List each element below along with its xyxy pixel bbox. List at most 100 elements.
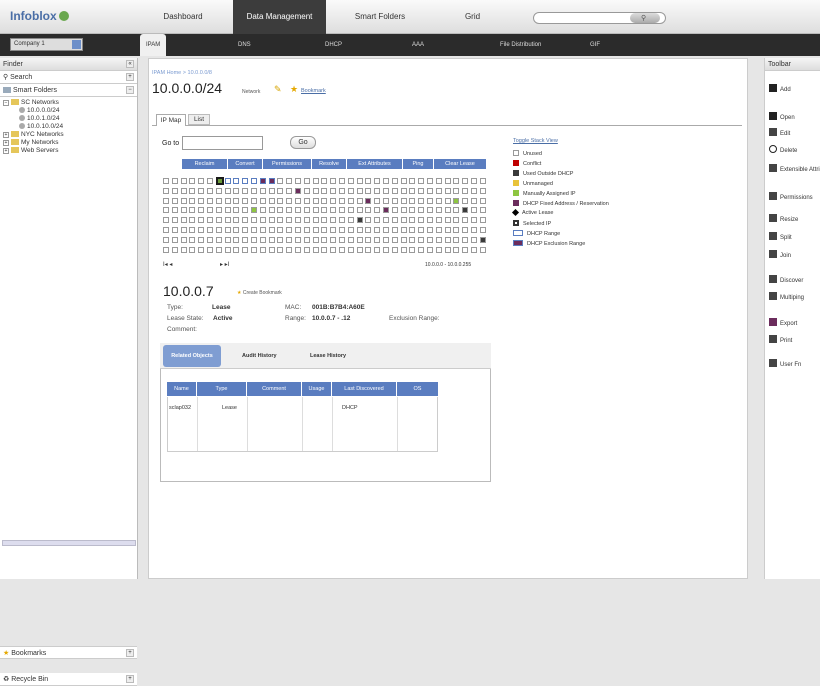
ip-cell[interactable] bbox=[295, 217, 301, 224]
toolbar-multiping[interactable]: Multiping bbox=[769, 292, 804, 302]
tab-related-objects[interactable]: Related Objects bbox=[163, 345, 221, 367]
ip-cell[interactable] bbox=[321, 178, 328, 184]
toolbar-extensible-attributes[interactable]: Extensible Attributes bbox=[769, 164, 820, 174]
ip-cell[interactable] bbox=[189, 207, 196, 214]
ip-cell[interactable] bbox=[303, 197, 310, 204]
tab-ipam[interactable]: IPAM bbox=[140, 34, 167, 56]
ip-cell[interactable] bbox=[251, 227, 257, 233]
ip-cell[interactable] bbox=[286, 217, 293, 224]
ip-cell[interactable] bbox=[347, 246, 354, 253]
ip-cell[interactable] bbox=[453, 178, 460, 184]
tab-file-distribution[interactable]: File Distribution bbox=[500, 34, 541, 56]
ip-cell[interactable] bbox=[286, 187, 293, 194]
collapse-icon[interactable]: « bbox=[126, 60, 134, 68]
ip-cell[interactable] bbox=[242, 187, 249, 194]
ip-cell[interactable] bbox=[286, 178, 293, 184]
ip-cell[interactable] bbox=[339, 236, 345, 243]
ip-cell-excl[interactable] bbox=[268, 178, 275, 184]
toolbar-discover[interactable]: Discover bbox=[769, 275, 803, 285]
ip-cell[interactable] bbox=[409, 217, 416, 224]
ip-cell[interactable] bbox=[312, 227, 319, 233]
ip-cell[interactable] bbox=[215, 217, 222, 224]
ip-cell[interactable] bbox=[339, 246, 345, 253]
ip-cell[interactable] bbox=[321, 236, 328, 243]
ip-cell[interactable] bbox=[321, 246, 328, 253]
ip-cell[interactable] bbox=[251, 246, 257, 253]
toolbar-split[interactable]: Split bbox=[769, 232, 792, 242]
ip-cell[interactable] bbox=[444, 207, 451, 214]
ip-cell[interactable] bbox=[303, 217, 310, 224]
tree-item-network[interactable]: 10.0.1.0/24 bbox=[3, 115, 137, 123]
ip-cell[interactable] bbox=[409, 246, 416, 253]
ip-cell[interactable] bbox=[259, 227, 266, 233]
ip-cell[interactable] bbox=[365, 246, 372, 253]
ip-cell[interactable] bbox=[286, 246, 293, 253]
ip-cell[interactable] bbox=[471, 227, 477, 233]
toolbar-resize[interactable]: Resize bbox=[769, 214, 798, 224]
ip-cell[interactable] bbox=[391, 178, 398, 184]
ip-cell[interactable] bbox=[312, 246, 319, 253]
expand-icon[interactable]: + bbox=[126, 675, 134, 683]
recycle-bin-header[interactable]: ♻ Recycle Bin + bbox=[0, 673, 137, 686]
bookmark-link[interactable]: Bookmark bbox=[301, 88, 326, 94]
smart-folders-header[interactable]: Smart Folders − bbox=[0, 84, 137, 97]
ip-cell[interactable] bbox=[189, 217, 196, 224]
ip-cell[interactable] bbox=[435, 236, 442, 243]
ip-cell[interactable] bbox=[295, 197, 301, 204]
ip-cell[interactable] bbox=[356, 187, 363, 194]
ip-cell[interactable] bbox=[189, 178, 196, 184]
ip-cell[interactable] bbox=[453, 217, 460, 224]
nav-grid[interactable]: Grid bbox=[450, 0, 495, 34]
ip-cell[interactable] bbox=[383, 197, 389, 204]
ip-cell-fixed[interactable] bbox=[365, 197, 372, 204]
ip-cell[interactable] bbox=[189, 246, 196, 253]
ip-cell[interactable] bbox=[391, 227, 398, 233]
ip-cell[interactable] bbox=[391, 197, 398, 204]
ip-cell[interactable] bbox=[215, 227, 222, 233]
ip-cell[interactable] bbox=[462, 187, 469, 194]
ip-cell[interactable] bbox=[339, 178, 345, 184]
ip-cell[interactable] bbox=[400, 246, 407, 253]
ip-cell[interactable] bbox=[198, 217, 205, 224]
ip-cell[interactable] bbox=[453, 236, 460, 243]
col-comment[interactable]: Comment bbox=[247, 382, 302, 396]
ip-cell[interactable] bbox=[198, 227, 205, 233]
ip-cell[interactable] bbox=[224, 217, 231, 224]
ip-cell[interactable] bbox=[479, 187, 486, 194]
ip-cell[interactable] bbox=[171, 217, 178, 224]
ip-cell[interactable] bbox=[418, 217, 425, 224]
ip-cell[interactable] bbox=[435, 246, 442, 253]
ip-cell[interactable] bbox=[198, 246, 205, 253]
ip-cell-managed[interactable] bbox=[251, 207, 257, 214]
convert-button[interactable]: Convert bbox=[228, 159, 262, 169]
ip-cell[interactable] bbox=[242, 217, 249, 224]
ip-cell[interactable] bbox=[374, 236, 381, 243]
ip-cell[interactable] bbox=[303, 207, 310, 214]
ip-cell[interactable] bbox=[312, 236, 319, 243]
ip-cell[interactable] bbox=[479, 207, 486, 214]
ip-cell[interactable] bbox=[163, 178, 169, 184]
ip-cell[interactable] bbox=[409, 236, 416, 243]
ip-cell[interactable] bbox=[356, 227, 363, 233]
ip-cell[interactable] bbox=[471, 197, 477, 204]
ip-cell[interactable] bbox=[462, 246, 469, 253]
ip-cell[interactable] bbox=[374, 187, 381, 194]
ip-cell[interactable] bbox=[400, 178, 407, 184]
table-cell-name[interactable]: sclap032 bbox=[169, 405, 191, 411]
ip-cell-fixed[interactable] bbox=[383, 207, 389, 214]
ip-cell[interactable] bbox=[163, 187, 169, 194]
ip-cell[interactable] bbox=[400, 227, 407, 233]
ip-cell[interactable] bbox=[444, 187, 451, 194]
ip-cell[interactable] bbox=[207, 236, 213, 243]
ip-cell[interactable] bbox=[277, 197, 284, 204]
ip-cell[interactable] bbox=[233, 246, 240, 253]
ip-cell[interactable] bbox=[312, 197, 319, 204]
ip-cell[interactable] bbox=[444, 227, 451, 233]
ip-cell[interactable] bbox=[198, 236, 205, 243]
toggle-stack-view-link[interactable]: Toggle Stack View bbox=[513, 138, 558, 144]
ip-cell[interactable] bbox=[365, 236, 372, 243]
tree-item-network[interactable]: 10.0.0.0/24 bbox=[3, 107, 137, 115]
ip-cell[interactable] bbox=[171, 187, 178, 194]
ip-cell[interactable] bbox=[251, 187, 257, 194]
ip-cell[interactable] bbox=[180, 197, 187, 204]
